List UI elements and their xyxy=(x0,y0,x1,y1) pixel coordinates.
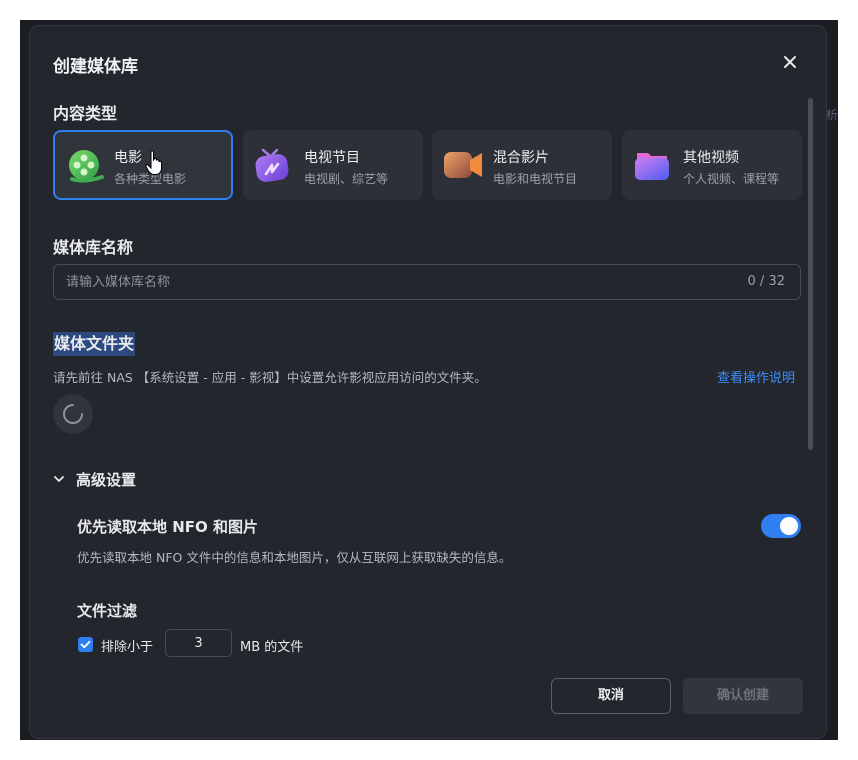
spinner-icon xyxy=(63,404,83,424)
size-unit-label: MB 的文件 xyxy=(240,640,304,655)
content-type-card-tv[interactable]: 电视节目 电视剧、综艺等 xyxy=(243,130,423,200)
library-name-label: 媒体库名称 xyxy=(53,238,134,257)
file-filter-title: 文件过滤 xyxy=(77,602,138,620)
confirm-create-button[interactable]: 确认创建 xyxy=(683,678,803,714)
card-title: 其他视频 xyxy=(683,150,739,166)
card-description: 电影和电视节目 xyxy=(493,172,578,186)
media-folder-hint: 请先前往 NAS 【系统设置 - 应用 - 影视】中设置允许影视应用访问的文件夹… xyxy=(53,370,487,385)
toggle-knob xyxy=(780,517,798,535)
card-title: 混合影片 xyxy=(493,150,549,166)
folder-loading xyxy=(53,394,93,434)
card-title: 电视节目 xyxy=(304,150,360,166)
folder-icon xyxy=(632,146,674,184)
content-type-card-movie[interactable]: 电影 各种类型电影 xyxy=(53,130,233,200)
video-camera-icon xyxy=(442,146,484,184)
dialog-title: 创建媒体库 xyxy=(53,57,138,77)
advanced-settings-label: 高级设置 xyxy=(76,471,137,489)
dialog-scrollbar[interactable] xyxy=(808,98,813,450)
hand-pointer-icon xyxy=(145,150,162,175)
film-reel-icon xyxy=(64,147,106,185)
card-description: 个人视频、课程等 xyxy=(683,172,780,186)
checkmark-icon xyxy=(80,640,91,649)
nfo-option-title: 优先读取本地 NFO 和图片 xyxy=(77,518,258,536)
character-counter: 0 / 32 xyxy=(747,274,785,289)
content-type-label: 内容类型 xyxy=(53,104,118,123)
content-type-card-mixed[interactable]: 混合影片 电影和电视节目 xyxy=(432,130,612,200)
nfo-option-description: 优先读取本地 NFO 文件中的信息和本地图片，仅从互联网上获取缺失的信息。 xyxy=(77,550,512,565)
cancel-button[interactable]: 取消 xyxy=(551,678,671,714)
help-link[interactable]: 查看操作说明 xyxy=(717,367,795,386)
content-type-card-other[interactable]: 其他视频 个人视频、课程等 xyxy=(622,130,802,200)
card-description: 电视剧、综艺等 xyxy=(304,172,389,186)
library-name-input[interactable] xyxy=(54,265,738,299)
media-folder-label: 媒体文件夹 xyxy=(53,332,136,356)
advanced-settings-toggle[interactable]: 高级设置 xyxy=(53,469,136,490)
tv-icon xyxy=(253,146,295,184)
close-icon[interactable] xyxy=(778,50,802,74)
nfo-toggle-switch[interactable] xyxy=(761,514,801,538)
create-library-dialog: 创建媒体库 内容类型 电影 各种类型电影 电视节目 电视剧、综艺等 混合影片 电… xyxy=(29,25,827,739)
card-title: 电影 xyxy=(114,150,142,166)
min-size-input[interactable] xyxy=(165,629,232,657)
exclude-small-files-checkbox[interactable] xyxy=(78,637,93,652)
backdrop-text-fragment: 析 xyxy=(826,108,839,122)
library-name-field[interactable]: 0 / 32 xyxy=(53,264,801,300)
chevron-down-icon xyxy=(53,471,69,489)
exclude-small-files-label: 排除小于 xyxy=(101,640,154,655)
